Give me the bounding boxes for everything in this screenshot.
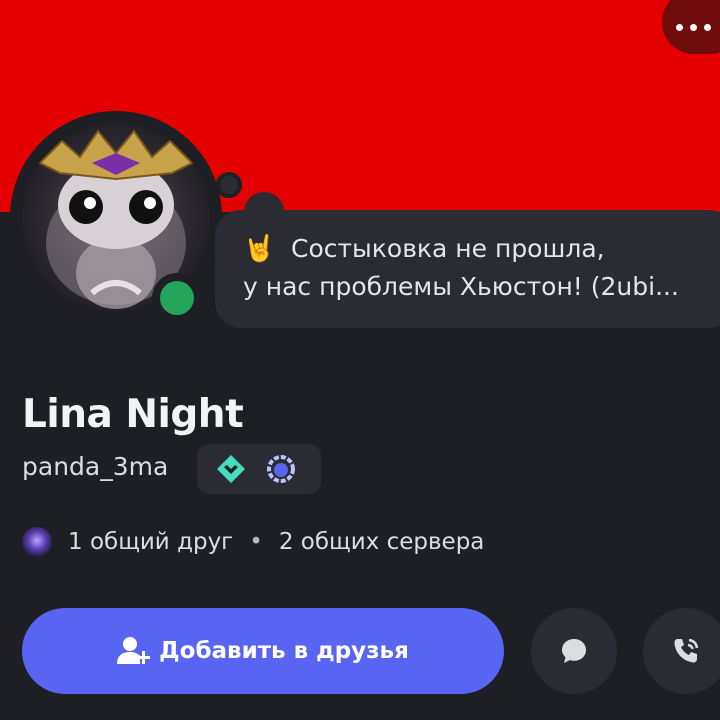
username: panda_3ma — [22, 452, 169, 481]
add-friend-icon — [117, 637, 151, 664]
mutual-friends-count[interactable]: 1 общий друг — [68, 529, 233, 555]
display-name: Lina Night — [22, 392, 244, 437]
mutuals-separator: • — [249, 529, 263, 555]
add-friend-label: Добавить в друзья — [159, 638, 409, 664]
custom-status-text-2: у нас проблемы Хьюстон! (2ubi... — [243, 272, 679, 301]
more-horizontal-icon — [675, 23, 683, 31]
phone-call-icon — [674, 638, 699, 663]
message-button[interactable] — [531, 608, 617, 694]
mutual-servers-count[interactable]: 2 общих сервера — [279, 529, 485, 555]
custom-status-text-1: Состыковка не прошла, — [291, 234, 605, 263]
mutual-friend-avatar — [22, 527, 52, 557]
laurel-wreath-badge-icon[interactable] — [265, 453, 297, 485]
custom-status-bubble[interactable]: 🤘 Состыковка не прошла, у нас проблемы Хь… — [215, 210, 720, 328]
hypesquad-balance-badge-icon[interactable] — [215, 453, 247, 485]
mutuals-row[interactable]: 1 общий друг • 2 общих сервера — [22, 524, 484, 560]
call-button[interactable] — [643, 608, 720, 694]
badge-list — [197, 444, 321, 494]
online-status-indicator — [160, 281, 194, 315]
rock-hand-emoji-icon: 🤘 — [243, 234, 276, 264]
add-friend-button[interactable]: Добавить в друзья — [22, 608, 504, 694]
thought-bubble-dot — [216, 172, 242, 198]
message-bubble-icon — [562, 639, 586, 663]
custom-status-line-1: 🤘 Состыковка не прошла, — [243, 230, 720, 268]
more-dot — [703, 23, 711, 31]
more-dot — [689, 23, 697, 31]
